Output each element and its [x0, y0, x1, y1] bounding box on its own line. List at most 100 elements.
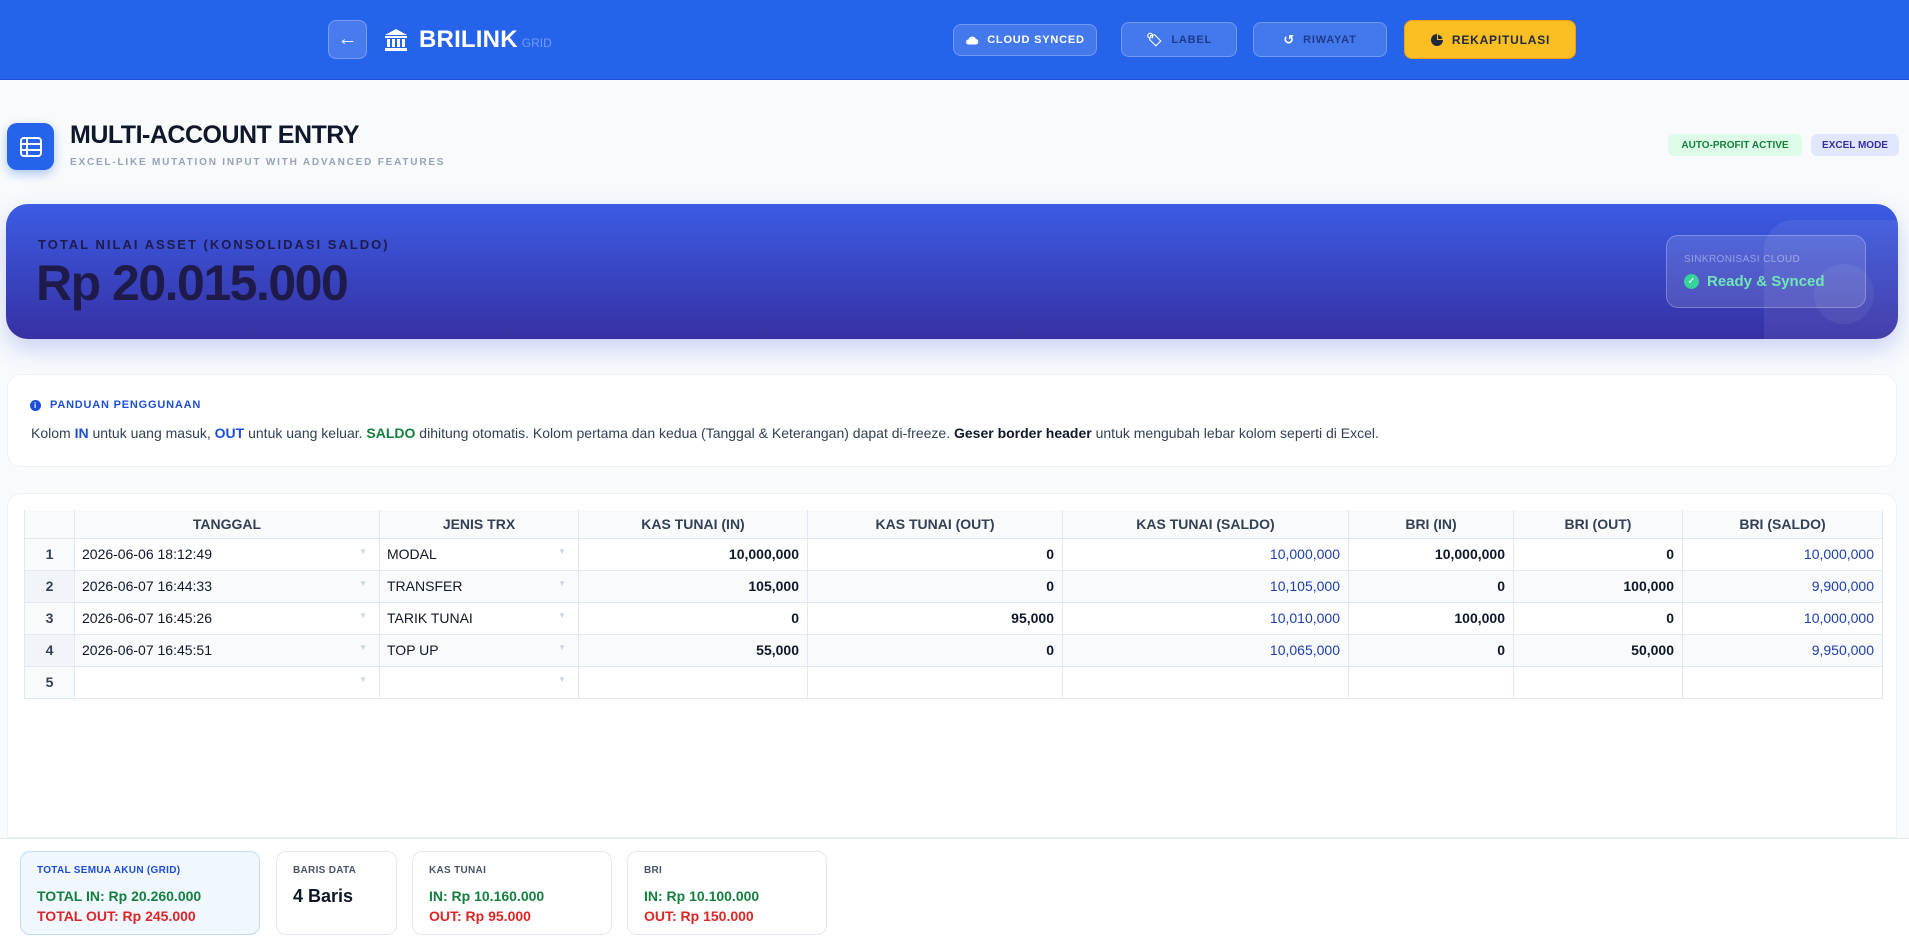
cloud-sync-box: SINKRONISASI CLOUD ✓ Ready & Synced — [1666, 235, 1866, 308]
col-header-kas-in[interactable]: KAS TUNAI (IN) — [578, 510, 808, 539]
kas-saldo-cell: 10,105,000 — [1062, 569, 1349, 603]
jenis-cell[interactable]: TOP UP ▼ — [379, 633, 579, 667]
chevron-down-icon[interactable]: ▼ — [558, 643, 566, 652]
auto-profit-badge: AUTO-PROFIT ACTIVE — [1668, 134, 1802, 156]
info-icon: i — [30, 399, 41, 411]
jenis-cell[interactable]: TARIK TUNAI ▼ — [379, 601, 579, 635]
jenis-cell[interactable]: TRANSFER ▼ — [379, 569, 579, 603]
kas-saldo-cell: 10,065,000 — [1062, 633, 1349, 667]
col-header-kas-out[interactable]: KAS TUNAI (OUT) — [807, 510, 1063, 539]
bri-out-cell[interactable]: 0 — [1513, 601, 1683, 635]
bri-in-cell[interactable]: 10,000,000 — [1348, 537, 1514, 571]
jenis-cell[interactable]: MODAL ▼ — [379, 537, 579, 571]
total-in: TOTAL IN: Rp 20.260.000 — [37, 888, 202, 904]
total-asset-card: TOTAL NILAI ASSET (KONSOLIDASI SALDO) Rp… — [6, 204, 1898, 339]
kas-out-cell[interactable]: 0 — [807, 569, 1063, 603]
mutation-grid-card: TANGGAL JENIS TRX KAS TUNAI (IN) KAS TUN… — [7, 493, 1897, 838]
bri-out-cell[interactable]: 100,000 — [1513, 569, 1683, 603]
kas-in-cell[interactable]: 0 — [578, 601, 808, 635]
kas-in-total: IN: Rp 10.160.000 — [429, 888, 545, 904]
bri-in-cell[interactable] — [1348, 665, 1514, 699]
bri-out-cell[interactable]: 50,000 — [1513, 633, 1683, 667]
label-button[interactable]: 🏷 LABEL — [1121, 22, 1237, 57]
total-out: TOTAL OUT: Rp 245.000 — [37, 908, 196, 924]
date-cell[interactable]: 2026-06-07 16:45:26 ▼ — [74, 601, 380, 635]
date-cell[interactable]: ▼ — [74, 665, 380, 699]
history-icon: ↺ — [1283, 31, 1296, 47]
row-number: 1 — [24, 537, 75, 571]
col-header-bri-in[interactable]: BRI (IN) — [1348, 510, 1514, 539]
kas-in-cell[interactable]: 10,000,000 — [578, 537, 808, 571]
cloud-icon — [966, 36, 979, 45]
riwayat-button[interactable]: ↺ RIWAYAT — [1253, 22, 1387, 57]
table-row: 5 ▼ ▼ — [24, 665, 1883, 699]
chevron-down-icon[interactable]: ▼ — [359, 611, 367, 620]
cloud-sync-status: ✓ Ready & Synced — [1684, 273, 1825, 290]
guide-title: i PANDUAN PENGGUNAAN — [30, 399, 201, 411]
bri-in-total: IN: Rp 10.100.000 — [644, 888, 760, 904]
table-row: 1 2026-06-06 18:12:49 ▼ MODAL ▼ 10,000,000… — [24, 537, 1883, 571]
bri-out-cell[interactable]: 0 — [1513, 537, 1683, 571]
arrow-left-icon: ← — [337, 28, 358, 50]
summary-card-total: TOTAL SEMUA AKUN (GRID) TOTAL IN: Rp 20.… — [20, 851, 260, 935]
page-subtitle: EXCEL-LIKE MUTATION INPUT WITH ADVANCED … — [70, 157, 446, 168]
cloud-sync-label: SINKRONISASI CLOUD — [1684, 254, 1801, 265]
col-header-tanggal[interactable]: TANGGAL — [74, 510, 380, 539]
bri-saldo-cell: 10,000,000 — [1682, 537, 1883, 571]
row-number: 2 — [24, 569, 75, 603]
kas-out-cell[interactable] — [807, 665, 1063, 699]
col-header-jenis-trx[interactable]: JENIS TRX — [379, 510, 579, 539]
bri-out-total: OUT: Rp 150.000 — [644, 908, 754, 924]
bank-icon — [385, 29, 407, 51]
kas-saldo-cell: 10,010,000 — [1062, 601, 1349, 635]
col-header-bri-saldo[interactable]: BRI (SALDO) — [1682, 510, 1883, 539]
check-circle-icon: ✓ — [1684, 274, 1699, 289]
bri-saldo-cell: 9,950,000 — [1682, 633, 1883, 667]
kas-saldo-cell — [1062, 665, 1349, 699]
row-number: 5 — [24, 665, 75, 699]
kas-out-cell[interactable]: 0 — [807, 633, 1063, 667]
summary-card-baris: BARIS DATA 4 Baris — [276, 851, 397, 935]
kas-in-cell[interactable] — [578, 665, 808, 699]
cloud-synced-status: CLOUD SYNCED — [953, 24, 1097, 56]
baris-count: 4 Baris — [293, 886, 354, 906]
kas-saldo-cell: 10,000,000 — [1062, 537, 1349, 571]
kas-out-cell[interactable]: 95,000 — [807, 601, 1063, 635]
summary-card-kas-tunai: KAS TUNAI IN: Rp 10.160.000 OUT: Rp 95.0… — [412, 851, 612, 935]
bri-in-cell[interactable]: 100,000 — [1348, 601, 1514, 635]
date-cell[interactable]: 2026-06-07 16:44:33 ▼ — [74, 569, 380, 603]
bri-out-cell[interactable] — [1513, 665, 1683, 699]
chevron-down-icon[interactable]: ▼ — [558, 611, 566, 620]
back-button[interactable]: ← — [328, 20, 367, 59]
kas-in-cell[interactable]: 105,000 — [578, 569, 808, 603]
brand-name: BRILINK — [419, 26, 518, 53]
chevron-down-icon[interactable]: ▼ — [558, 547, 566, 556]
date-cell[interactable]: 2026-06-07 16:45:51 ▼ — [74, 633, 380, 667]
pie-chart-icon — [1430, 33, 1443, 46]
brand: BRILINK GRID — [383, 24, 552, 56]
rekapitulasi-button[interactable]: REKAPITULASI — [1404, 20, 1576, 59]
bri-in-cell[interactable]: 0 — [1348, 569, 1514, 603]
table-row: 3 2026-06-07 16:45:26 ▼ TARIK TUNAI ▼ 0 95… — [24, 601, 1883, 635]
table-row: 4 2026-06-07 16:45:51 ▼ TOP UP ▼ 55,000 0 … — [24, 633, 1883, 667]
chevron-down-icon[interactable]: ▼ — [558, 579, 566, 588]
brand-sub: GRID — [521, 36, 552, 50]
total-asset-label: TOTAL NILAI ASSET (KONSOLIDASI SALDO) — [38, 237, 390, 252]
date-cell[interactable]: 2026-06-06 18:12:49 ▼ — [74, 537, 380, 571]
chevron-down-icon[interactable]: ▼ — [359, 643, 367, 652]
chevron-down-icon[interactable]: ▼ — [359, 547, 367, 556]
top-bar: ← BRILINK GRID CLOUD SYNCED 🏷 LABEL ↺ RI… — [0, 0, 1909, 80]
kas-out-cell[interactable]: 0 — [807, 537, 1063, 571]
kas-in-cell[interactable]: 55,000 — [578, 633, 808, 667]
total-asset-value: Rp 20.015.000 — [36, 255, 349, 311]
jenis-cell[interactable]: ▼ — [379, 665, 579, 699]
bri-in-cell[interactable]: 0 — [1348, 633, 1514, 667]
col-header-kas-saldo[interactable]: KAS TUNAI (SALDO) — [1062, 510, 1349, 539]
col-header-bri-out[interactable]: BRI (OUT) — [1513, 510, 1683, 539]
chevron-down-icon[interactable]: ▼ — [359, 675, 367, 684]
row-number: 3 — [24, 601, 75, 635]
tag-icon: 🏷 — [1146, 31, 1164, 47]
chevron-down-icon[interactable]: ▼ — [558, 675, 566, 684]
summary-footer: TOTAL SEMUA AKUN (GRID) TOTAL IN: Rp 20.… — [0, 838, 1909, 942]
chevron-down-icon[interactable]: ▼ — [359, 579, 367, 588]
